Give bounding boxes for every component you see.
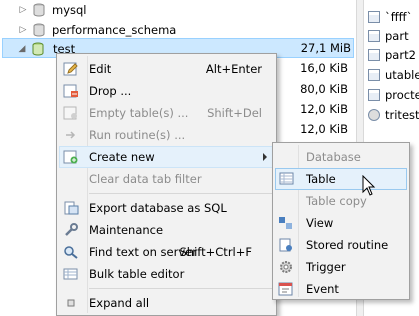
event-icon	[278, 282, 293, 296]
table-icon	[368, 30, 380, 42]
trigger-icon	[368, 109, 380, 121]
submenu-item-view[interactable]: View	[275, 212, 407, 234]
menu-item-edit[interactable]: Edit Alt+Enter	[59, 58, 274, 80]
collapse-arrow-icon[interactable]: ◢	[16, 39, 28, 59]
menu-item-bulk-editor[interactable]: Bulk table editor	[59, 263, 274, 285]
create-new-submenu: Database Table Table copy View Stored ro…	[272, 142, 410, 300]
table-icon	[279, 172, 294, 185]
view-icon	[279, 217, 292, 229]
submenu-item-trigger[interactable]: Trigger	[275, 256, 407, 278]
expand-all-icon	[67, 299, 75, 307]
menu-item-find-text[interactable]: Find text on server Shift+Ctrl+F	[59, 241, 274, 263]
find-icon	[64, 246, 78, 259]
menu-item-expand-all[interactable]: Expand all	[59, 292, 274, 314]
database-icon	[32, 42, 44, 56]
menu-separator	[89, 288, 274, 289]
run-routine-icon	[66, 131, 76, 139]
expand-arrow-icon[interactable]: ▷	[17, 20, 29, 40]
menu-item-create-new[interactable]: Create new	[59, 146, 274, 168]
submenu-item-stored-routine[interactable]: Stored routine	[275, 234, 407, 256]
submenu-item-table[interactable]: Table	[275, 168, 407, 190]
edit-icon	[63, 62, 78, 76]
database-icon	[33, 23, 45, 37]
create-new-icon	[63, 150, 78, 164]
menu-item-drop[interactable]: Drop ...	[59, 80, 274, 102]
database-size: 27,1 MiB	[300, 41, 351, 55]
table-size: 16,0 KiB	[300, 61, 348, 75]
stored-routine-icon	[279, 238, 292, 252]
tree-node-label: performance_schema	[52, 23, 177, 37]
submenu-arrow-icon	[263, 153, 267, 161]
tree-node-mysql[interactable]: ▷ mysql	[0, 0, 356, 20]
menu-separator	[89, 193, 274, 194]
expand-arrow-icon[interactable]: ▷	[17, 0, 29, 20]
table-icon	[368, 11, 380, 23]
tree-node-performance-schema[interactable]: ▷ performance_schema	[0, 20, 356, 40]
table-size: 80,0 KiB	[300, 82, 348, 96]
trigger-icon	[280, 261, 292, 273]
submenu-item-event[interactable]: Event	[275, 278, 407, 300]
menu-item-run-routines[interactable]: Run routine(s) ...	[59, 124, 274, 146]
menu-item-clear-filter[interactable]: Clear data tab filter	[59, 168, 274, 190]
procedure-icon	[368, 89, 380, 101]
menu-item-maintenance[interactable]: Maintenance	[59, 219, 274, 241]
bulk-editor-icon	[63, 268, 78, 280]
submenu-item-table-copy[interactable]: Table copy	[275, 190, 407, 212]
menu-item-empty-tables[interactable]: Empty table(s) ... Shift+Del	[59, 102, 274, 124]
context-menu: Edit Alt+Enter Drop ... Empty table(s) .…	[56, 53, 277, 316]
wrench-icon	[65, 223, 78, 236]
menu-item-export-sql[interactable]: Export database as SQL	[59, 197, 274, 219]
tree-node-label: mysql	[52, 3, 87, 17]
mouse-cursor-icon	[362, 175, 376, 196]
table-size: 12,0 KiB	[300, 122, 348, 136]
table-size: 12,0 KiB	[300, 102, 348, 116]
submenu-item-database[interactable]: Database	[275, 146, 407, 168]
drop-icon	[63, 84, 78, 98]
database-icon	[33, 3, 45, 17]
export-sql-icon	[64, 201, 79, 215]
table-icon	[368, 49, 380, 61]
table-icon	[368, 69, 380, 81]
empty-table-icon	[63, 106, 77, 120]
